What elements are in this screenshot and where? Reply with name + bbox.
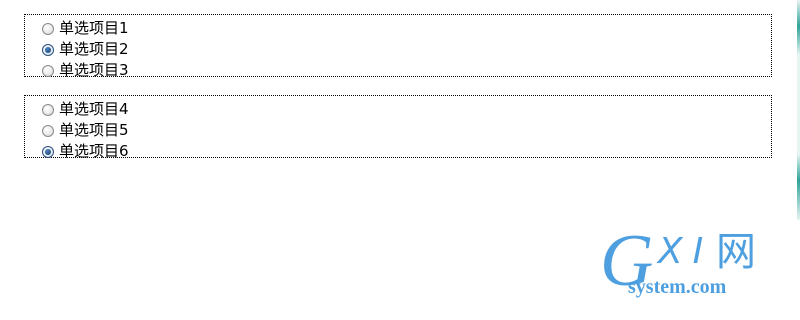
radio-button-3[interactable] bbox=[42, 64, 54, 77]
radio-option-3[interactable]: 单选项目3 bbox=[37, 60, 759, 81]
watermark-logo: G XI 网 system.com bbox=[600, 224, 768, 304]
radio-label-2: 单选项目2 bbox=[59, 40, 129, 58]
radio-label-1: 单选项目1 bbox=[59, 19, 129, 37]
radio-option-4[interactable]: 单选项目4 bbox=[37, 99, 759, 120]
radio-label-6: 单选项目6 bbox=[59, 142, 129, 160]
radio-label-5: 单选项目5 bbox=[59, 121, 129, 139]
radio-option-2[interactable]: 单选项目2 bbox=[37, 39, 759, 60]
watermark-char-wang: 网 bbox=[716, 229, 756, 275]
radio-label-4: 单选项目4 bbox=[59, 100, 129, 118]
radio-group-1: 单选项目1 单选项目2 单选项目3 bbox=[24, 14, 772, 79]
watermark-letters-xi: XI bbox=[658, 231, 714, 272]
radio-button-1[interactable] bbox=[42, 22, 54, 35]
radio-button-6[interactable] bbox=[42, 145, 54, 158]
radio-group-2: 单选项目4 单选项目5 单选项目6 bbox=[24, 95, 772, 160]
radio-label-3: 单选项目3 bbox=[59, 61, 129, 79]
watermark-domain: system.com bbox=[628, 276, 727, 298]
radio-option-1[interactable]: 单选项目1 bbox=[37, 18, 759, 39]
radio-option-6[interactable]: 单选项目6 bbox=[37, 141, 759, 162]
page: 单选项目1 单选项目2 单选项目3 单选项目4 单选项目5 单选项目6 G XI… bbox=[0, 0, 800, 320]
radio-option-5[interactable]: 单选项目5 bbox=[37, 120, 759, 141]
radio-button-5[interactable] bbox=[42, 124, 54, 137]
radio-button-4[interactable] bbox=[42, 103, 54, 116]
radio-button-2[interactable] bbox=[42, 43, 54, 56]
